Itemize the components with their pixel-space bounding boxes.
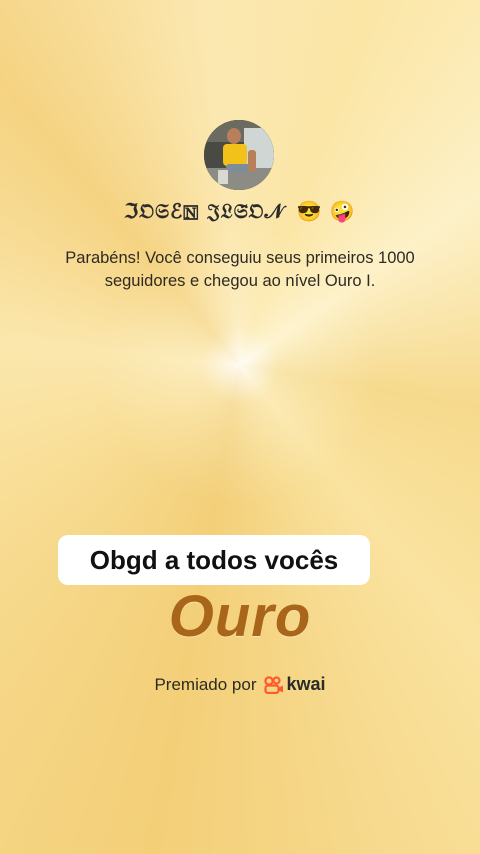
level-name: Ouro — [168, 584, 312, 649]
avatar[interactable] — [204, 120, 274, 190]
award-line: Premiado por kwai — [0, 674, 480, 695]
username-text: ℑ𝔒𝔖ℰ🄽 𝔍𝔏𝔖̈𝔒𝒩 — [124, 199, 285, 223]
username: ℑ𝔒𝔖ℰ🄽 𝔍𝔏𝔖̈𝔒𝒩 😎 🤪 — [0, 199, 480, 223]
kwai-logo: kwai — [263, 674, 326, 695]
kwai-brand: kwai — [286, 674, 326, 694]
award-prefix: Premiado por — [154, 674, 257, 694]
kwai-logo-icon — [263, 675, 283, 694]
username-emojis: 😎 🤪 — [296, 199, 356, 223]
celebration-screen: ℑ𝔒𝔖ℰ🄽 𝔍𝔏𝔖̈𝔒𝒩 😎 🤪 Parabéns! Você consegui… — [0, 0, 480, 854]
caption-text: Obgd a todos vocês — [58, 535, 370, 585]
profile-photo — [204, 120, 274, 190]
congratulation-message: Parabéns! Você conseguiu seus primeiros … — [65, 249, 415, 290]
